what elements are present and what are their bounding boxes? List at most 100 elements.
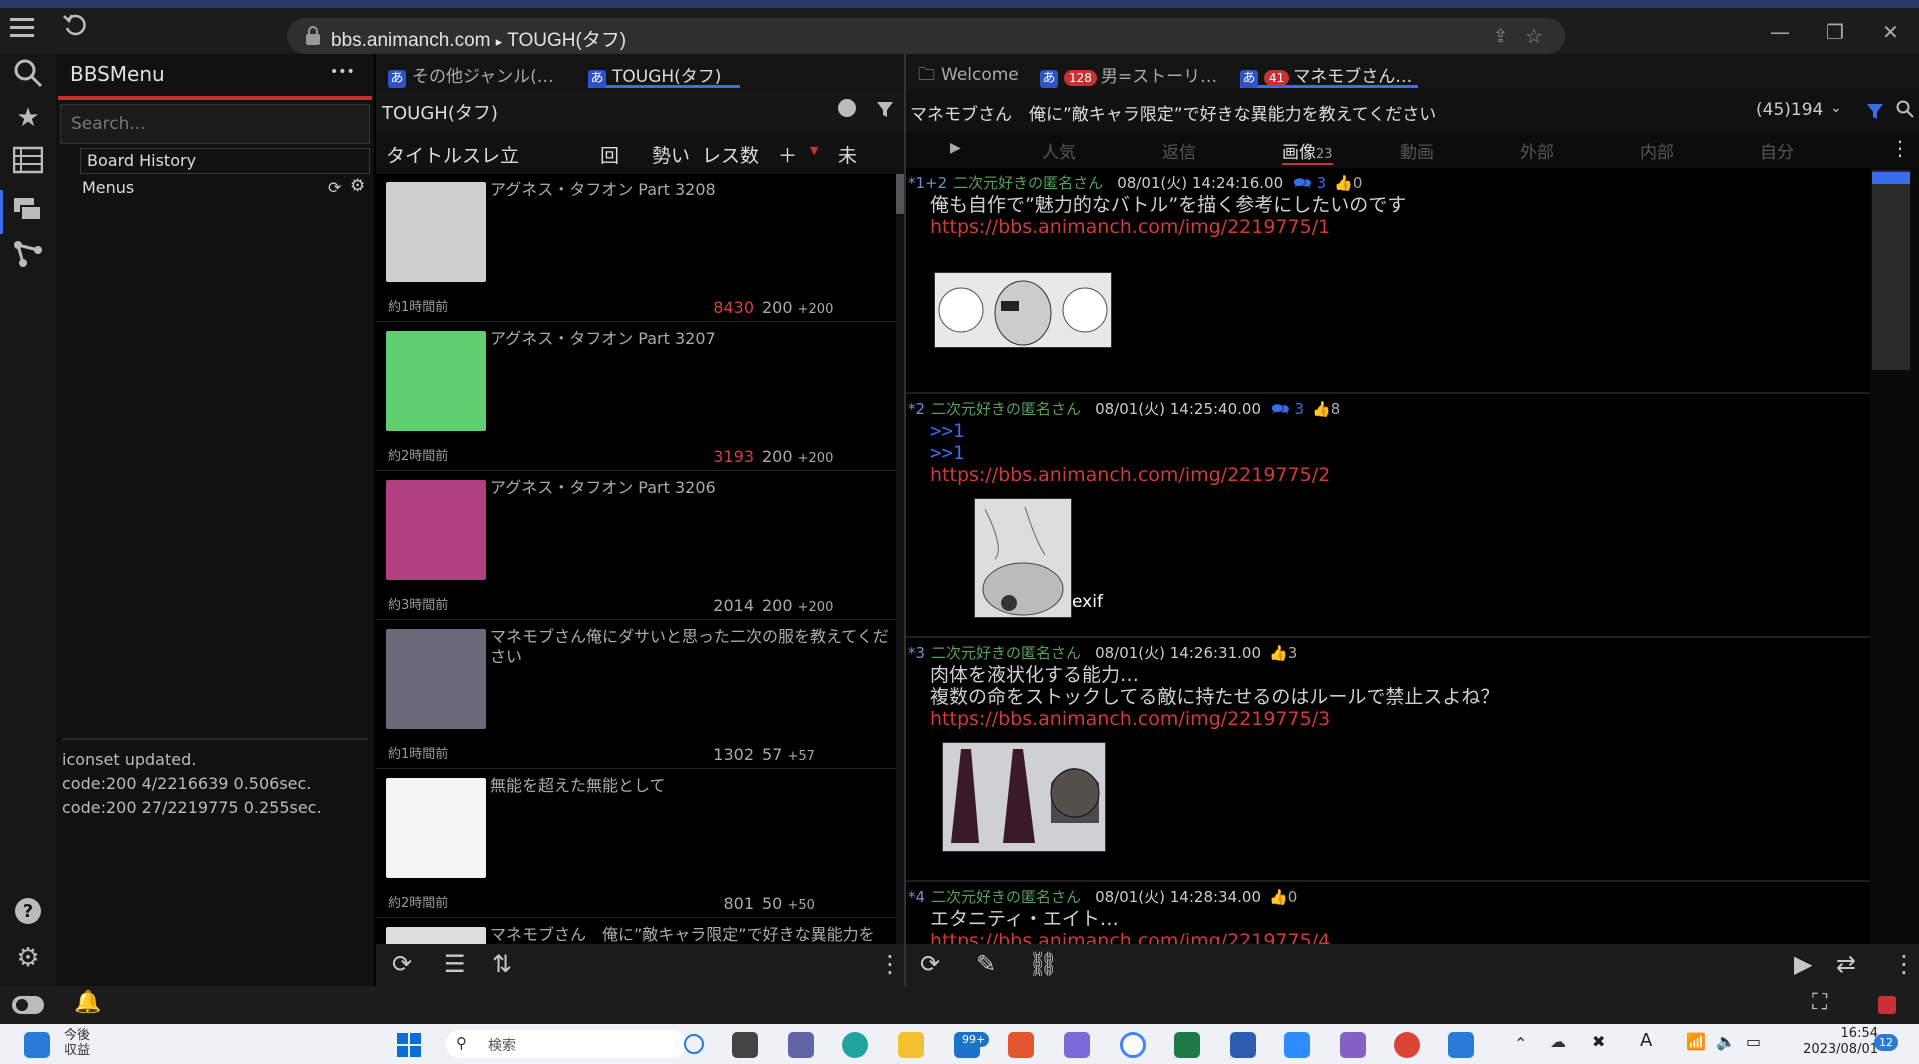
star-icon[interactable]: ☆ <box>1525 24 1543 48</box>
favorites-icon[interactable]: ★ <box>12 102 44 134</box>
tree-view-icon[interactable]: ⛓ <box>1028 950 1058 978</box>
volume-icon[interactable]: 🔈 <box>1716 1032 1736 1051</box>
google-icon[interactable] <box>1120 1032 1146 1058</box>
font-icon[interactable]: A <box>1640 1030 1652 1051</box>
excel-icon[interactable] <box>1174 1032 1200 1058</box>
numbered-list-icon[interactable]: ☰ <box>444 950 466 978</box>
image-link[interactable]: https://bbs.animanch.com/img/2219775/2 <box>930 464 1330 486</box>
stop-icon[interactable] <box>1878 996 1896 1014</box>
tab-story[interactable]: あ 128 男=ストーリ… <box>1040 58 1217 88</box>
col-kai[interactable]: 回 <box>600 141 619 168</box>
thread-thumbnail[interactable] <box>386 480 486 580</box>
subtab-mine[interactable]: 自分 <box>1760 138 1794 163</box>
restore-icon[interactable]: ❐ <box>1826 20 1844 44</box>
play-icon[interactable]: ▶ <box>950 140 961 156</box>
search-icon[interactable] <box>12 58 44 90</box>
like-count[interactable]: 👍0 <box>1269 888 1297 906</box>
thread-thumbnail[interactable] <box>386 182 486 282</box>
search-input[interactable]: Search... <box>60 104 370 144</box>
start-icon[interactable] <box>396 1032 422 1058</box>
subtab-images[interactable]: 画像23 <box>1282 138 1333 165</box>
col-unread[interactable]: 未 <box>838 141 857 168</box>
edge-icon[interactable] <box>842 1032 868 1058</box>
like-count[interactable]: 👍0 <box>1334 174 1362 192</box>
thread-row[interactable]: 無能を超えた無能として 約2時間前 801 50 +50 <box>376 770 896 918</box>
kebab-icon[interactable]: ⋮ <box>1890 136 1910 160</box>
post-number[interactable]: *1+2 <box>908 174 947 192</box>
like-count[interactable]: 👍3 <box>1269 644 1297 662</box>
refresh-icon[interactable]: ⟳ <box>328 178 341 197</box>
search-icon[interactable] <box>1896 100 1914 122</box>
col-res[interactable]: レス数 <box>702 141 759 168</box>
subtab-internal[interactable]: 内部 <box>1640 138 1674 163</box>
thread-thumbnail[interactable] <box>386 331 486 431</box>
bell-icon[interactable]: 🔔 <box>74 990 101 1015</box>
anchor-link[interactable]: >>1 <box>930 442 1330 464</box>
like-count[interactable]: 👍8 <box>1312 400 1340 418</box>
address-bar[interactable]: bbs.animanch.com ▸ TOUGH(タフ) ⇪ ☆ <box>287 18 1565 54</box>
thread-thumbnail[interactable] <box>386 778 486 878</box>
image-link[interactable]: https://bbs.animanch.com/img/2219775/4 <box>930 930 1330 944</box>
settings-dot-icon[interactable] <box>838 99 856 117</box>
play-icon[interactable]: ▶ <box>1794 950 1812 978</box>
reload-icon[interactable] <box>62 12 90 40</box>
folder-icon[interactable] <box>898 1032 924 1058</box>
chrome-icon[interactable] <box>1394 1032 1420 1058</box>
toggle-icon[interactable] <box>12 996 44 1014</box>
compose-icon[interactable]: ✎ <box>976 950 996 978</box>
word-icon[interactable] <box>1230 1032 1256 1058</box>
share-icon[interactable]: ⇪ <box>1493 26 1508 47</box>
kebab-icon[interactable]: ⋮ <box>878 950 902 978</box>
weather-icon[interactable] <box>24 1032 50 1058</box>
task-view-icon[interactable] <box>732 1032 758 1058</box>
tree-item-board-history[interactable]: Board History <box>80 148 370 174</box>
cloud-icon[interactable]: ☁ <box>1550 1032 1566 1051</box>
taskbar-search[interactable]: ⚲ 検索 <box>446 1030 704 1058</box>
app-icon-purple[interactable] <box>1064 1032 1090 1058</box>
app-icon-blue[interactable] <box>1448 1032 1474 1058</box>
settings-icon[interactable]: ⚙ <box>12 942 44 974</box>
close-icon[interactable]: ✕ <box>1882 20 1899 44</box>
kebab-icon[interactable]: ⋮ <box>1892 950 1916 978</box>
thread-row[interactable]: アグネス・タフオン Part 3208 約1時間前 8430 200 +200 <box>376 174 896 322</box>
app-icon-red[interactable] <box>1008 1032 1034 1058</box>
swap-icon[interactable]: ⇄ <box>1836 950 1856 978</box>
post-number[interactable]: *4 <box>908 888 925 906</box>
post-number[interactable]: *2 <box>908 400 925 418</box>
battery-icon[interactable]: ▭ <box>1746 1032 1761 1051</box>
post-image[interactable] <box>974 498 1072 618</box>
thread-row[interactable]: アグネス・タフオン Part 3206 約3時間前 2014 200 +200 <box>376 472 896 620</box>
exif-label[interactable]: exif <box>1072 592 1103 612</box>
minimap-scrollbar[interactable] <box>1870 168 1919 944</box>
subtab-popular[interactable]: 人気 <box>1042 138 1076 163</box>
tab-welcome[interactable]: 🗀 Welcome <box>918 58 1019 88</box>
chevron-up-icon[interactable]: ⌃ <box>1514 1034 1527 1053</box>
subtab-replies[interactable]: 返信 <box>1162 138 1196 163</box>
weather-text[interactable]: 今後 収益 <box>64 1028 90 1058</box>
col-plus[interactable]: ＋ <box>778 141 797 168</box>
thread-thumbnail[interactable] <box>386 629 486 729</box>
subtab-external[interactable]: 外部 <box>1520 138 1554 163</box>
post-image[interactable] <box>942 742 1106 852</box>
chevron-down-icon[interactable]: ⌄ <box>1830 100 1842 116</box>
col-ikioi[interactable]: 勢い <box>652 141 690 168</box>
tab-tough[interactable]: あ TOUGH(タフ) <box>588 58 740 88</box>
expand-icon[interactable]: ⛶ <box>1812 990 1827 1015</box>
notification-badge[interactable]: 12 <box>1874 1034 1898 1051</box>
thread-row[interactable]: アグネス・タフオン Part 3207 約2時間前 3193 200 +200 <box>376 323 896 471</box>
x-icon[interactable]: ✖ <box>1592 1032 1605 1051</box>
image-link[interactable]: https://bbs.animanch.com/img/2219775/1 <box>930 216 1406 238</box>
tab-manemobu[interactable]: あ 41 マネモブさん… <box>1240 58 1418 88</box>
col-title[interactable]: タイトル <box>386 141 462 168</box>
visual-studio-icon[interactable] <box>1340 1032 1366 1058</box>
tree-item-menus[interactable]: Menus <box>82 178 134 197</box>
teams-icon[interactable] <box>788 1032 814 1058</box>
anchor-link[interactable]: >>1 <box>930 420 1330 442</box>
help-icon[interactable]: ? <box>12 896 44 928</box>
refresh-icon[interactable]: ⟳ <box>392 950 412 978</box>
refresh-icon[interactable]: ⟳ <box>920 950 940 978</box>
filter-icon[interactable] <box>876 100 894 122</box>
clock[interactable]: 16:54 2023/08/01 <box>1790 1026 1878 1058</box>
tree-icon[interactable] <box>12 240 44 272</box>
minimize-icon[interactable]: — <box>1770 20 1790 44</box>
